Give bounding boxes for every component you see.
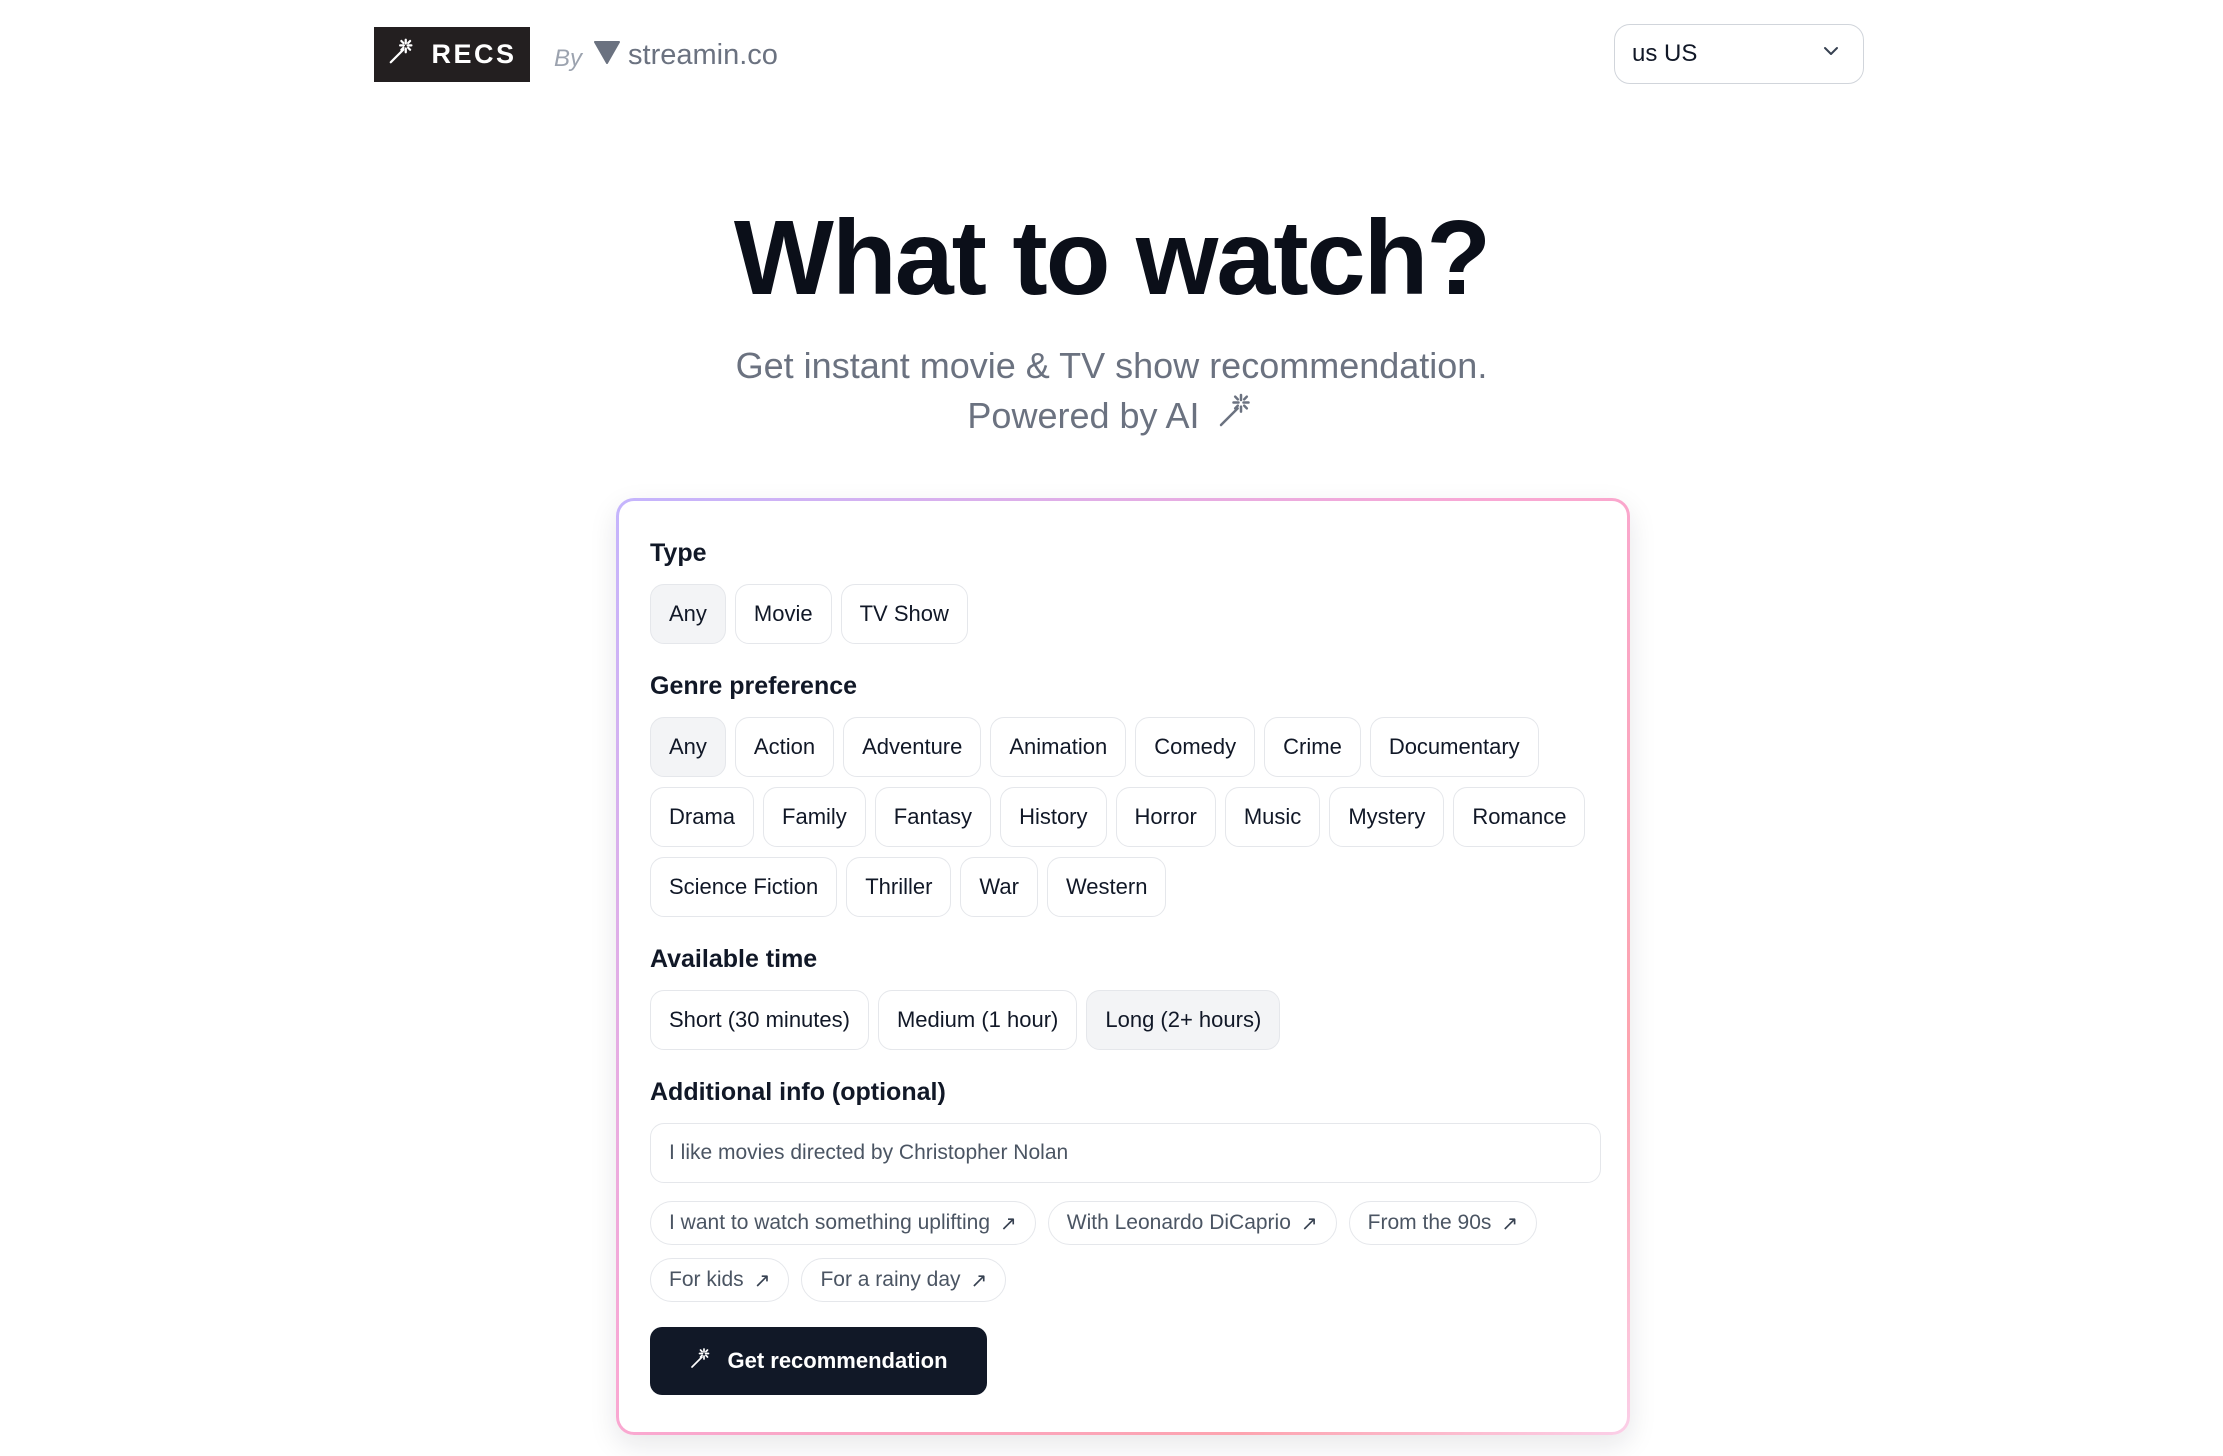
suggestion-chip[interactable]: From the 90s ↗ <box>1348 1201 1538 1245</box>
magic-wand-icon <box>689 1346 713 1376</box>
suggestion-chip[interactable]: For kids ↗ <box>650 1258 790 1302</box>
genre-option-thriller[interactable]: Thriller <box>846 857 952 917</box>
suggestion-list: I want to watch something uplifting ↗ With… <box>650 1201 1610 1302</box>
region-selected-value: us US <box>1632 40 1698 67</box>
suggestion-chip[interactable]: With Leonardo DiCaprio ↗ <box>1047 1201 1337 1245</box>
genre-option-history[interactable]: History <box>1000 787 1107 847</box>
time-option-medium-1-hour[interactable]: Medium (1 hour) <box>877 990 1078 1050</box>
get-recommendation-label: Get recommendation <box>727 1348 948 1373</box>
hero-subtitle-line2-wrap: Powered by AI <box>967 390 1255 442</box>
magic-wand-icon <box>1216 390 1256 442</box>
arrow-up-right-icon: ↗ <box>1501 1212 1519 1235</box>
arrow-up-right-icon: ↗ <box>1300 1212 1318 1235</box>
chevron-down-icon <box>1821 40 1841 68</box>
brand: RECS By streamin.co <box>374 27 778 82</box>
partner-link[interactable]: streamin.co <box>594 39 778 72</box>
genre-option-animation[interactable]: Animation <box>990 717 1127 777</box>
type-option-movie[interactable]: Movie <box>734 584 832 644</box>
time-option-short-30-minutes[interactable]: Short (30 minutes) <box>650 990 869 1050</box>
type-section: Type Any Movie TV Show <box>650 539 1596 644</box>
page-title: What to watch? <box>733 199 1491 317</box>
page: RECS By streamin.co us US What to watch?… <box>0 0 2223 1456</box>
suggestion-label: With Leonardo DiCaprio <box>1066 1211 1291 1234</box>
suggestion-label: I want to watch something uplifting <box>669 1211 991 1234</box>
additional-info-section: Additional info (optional) I want to wat… <box>650 1078 1601 1302</box>
suggestion-label: From the 90s <box>1367 1211 1492 1234</box>
genre-option-action[interactable]: Action <box>734 717 835 777</box>
genre-option-adventure[interactable]: Adventure <box>843 717 982 777</box>
time-section: Available time Short (30 minutes) Medium … <box>650 945 1596 1050</box>
partner-name: streamin.co <box>628 39 778 71</box>
arrow-up-right-icon: ↗ <box>1000 1212 1017 1235</box>
time-option-long-2-hours[interactable]: Long (2+ hours) <box>1086 990 1281 1050</box>
magic-wand-icon <box>387 36 417 73</box>
time-options: Short (30 minutes) Medium (1 hour) Long (2… <box>650 990 1590 1050</box>
recommendation-form: Type Any Movie TV Show Genre preference An… <box>619 501 1627 1432</box>
genre-label: Genre preference <box>650 672 858 700</box>
genre-option-music[interactable]: Music <box>1224 787 1321 847</box>
suggestion-label: For a rainy day <box>820 1268 961 1291</box>
genre-option-comedy[interactable]: Comedy <box>1135 717 1256 777</box>
arrow-up-right-icon: ↗ <box>970 1269 988 1292</box>
genre-option-romance[interactable]: Romance <box>1453 787 1586 847</box>
genre-option-fantasy[interactable]: Fantasy <box>874 787 992 847</box>
suggestion-label: For kids <box>669 1268 744 1291</box>
genre-option-science-fiction[interactable]: Science Fiction <box>650 857 838 917</box>
suggestion-chip[interactable]: I want to watch something uplifting ↗ <box>650 1201 1036 1245</box>
get-recommendation-button[interactable]: Get recommendation <box>650 1327 987 1395</box>
hero-subtitle-line1: Get instant movie & TV show recommendati… <box>735 345 1488 386</box>
genre-option-drama[interactable]: Drama <box>650 787 755 847</box>
by-label: By <box>554 44 583 72</box>
type-option-any[interactable]: Any <box>650 584 726 644</box>
type-option-tv-show[interactable]: TV Show <box>840 584 968 644</box>
hero-subtitle-line2: Powered by AI <box>967 395 1200 436</box>
genre-option-family[interactable]: Family <box>763 787 866 847</box>
recs-logo[interactable]: RECS <box>374 27 530 82</box>
genre-section: Genre preference Any Action Adventure Anima… <box>650 672 1596 917</box>
streamin-shield-icon <box>594 39 621 72</box>
genre-option-any[interactable]: Any <box>650 717 726 777</box>
genre-option-crime[interactable]: Crime <box>1264 717 1361 777</box>
arrow-up-right-icon: ↗ <box>753 1269 771 1292</box>
genre-options: Any Action Adventure Animation Comedy Crime Do… <box>650 717 1590 917</box>
type-label: Type <box>650 539 707 567</box>
hero-subtitle: Get instant movie & TV show recommendati… <box>0 342 2223 442</box>
genre-option-horror[interactable]: Horror <box>1115 787 1216 847</box>
recommendation-form-card: Type Any Movie TV Show Genre preference An… <box>616 498 1630 1435</box>
genre-option-war[interactable]: War <box>960 857 1038 917</box>
additional-info-input[interactable] <box>650 1123 1601 1183</box>
genre-option-documentary[interactable]: Documentary <box>1369 717 1539 777</box>
region-select[interactable]: us US <box>1614 24 1864 84</box>
type-options: Any Movie TV Show <box>650 584 1590 644</box>
suggestion-chip[interactable]: For a rainy day ↗ <box>801 1258 1007 1302</box>
additional-info-label: Additional info (optional) <box>650 1078 946 1106</box>
genre-option-western[interactable]: Western <box>1046 857 1167 917</box>
time-label: Available time <box>650 945 818 973</box>
logo-text: RECS <box>431 39 517 69</box>
genre-option-mystery[interactable]: Mystery <box>1329 787 1445 847</box>
